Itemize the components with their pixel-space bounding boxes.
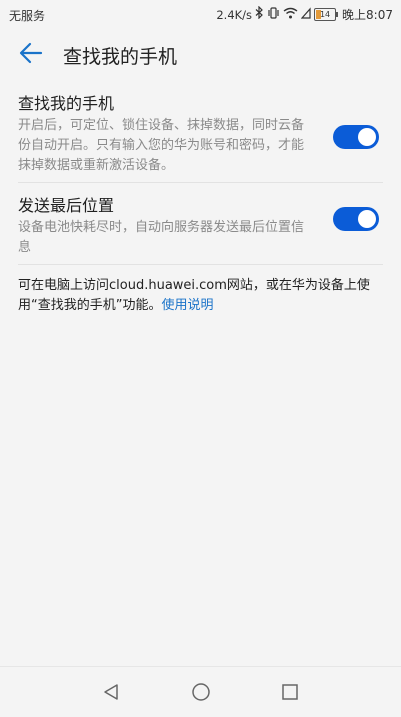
toggle-knob <box>358 128 376 146</box>
page-title: 查找我的手机 <box>63 46 178 68</box>
nav-back-icon <box>104 684 118 700</box>
battery-icon: 14 <box>314 8 339 21</box>
header: 查找我的手机 <box>0 28 401 80</box>
send-last-location-toggle[interactable] <box>333 207 379 231</box>
wifi-icon <box>283 7 298 23</box>
status-bar: 无服务 2.4K/s 14 晚上8:07 <box>0 0 401 28</box>
find-my-phone-toggle[interactable] <box>333 125 379 149</box>
toggle-knob <box>358 210 376 228</box>
status-icons: 2.4K/s 14 晚上8:07 <box>216 5 393 23</box>
setting-title: 发送最后位置 <box>18 196 115 215</box>
help-link[interactable]: 使用说明 <box>161 298 213 313</box>
info-note: 可在电脑上访问cloud.huawei.com网站，或在华为设备上使用“查找我的… <box>18 276 378 316</box>
clock: 晚上8:07 <box>342 8 393 22</box>
vibrate-icon <box>267 6 280 23</box>
divider <box>18 264 383 265</box>
network-speed: 2.4K/s <box>216 7 253 22</box>
signal-icon <box>300 6 311 23</box>
nav-back-button[interactable] <box>98 679 124 705</box>
bluetooth-icon <box>255 5 264 23</box>
setting-find-my-phone: 查找我的手机 开启后，可定位、锁住设备、抹掉数据，同时云备份自动开启。只有输入您… <box>18 94 384 176</box>
nav-recents-button[interactable] <box>277 679 303 705</box>
back-arrow-icon <box>19 42 43 64</box>
back-button[interactable] <box>18 40 44 66</box>
divider <box>18 182 383 183</box>
nav-home-icon <box>192 683 210 701</box>
setting-title: 查找我的手机 <box>18 94 115 113</box>
navigation-bar <box>0 666 401 717</box>
carrier-label: 无服务 <box>9 9 46 23</box>
setting-send-last-location: 发送最后位置 设备电池快耗尽时，自动向服务器发送最后位置信息 <box>18 196 384 258</box>
setting-description: 开启后，可定位、锁住设备、抹掉数据，同时云备份自动开启。只有输入您的华为账号和密… <box>18 118 305 173</box>
setting-description: 设备电池快耗尽时，自动向服务器发送最后位置信息 <box>18 220 305 255</box>
nav-home-button[interactable] <box>188 679 214 705</box>
nav-recents-icon <box>282 684 298 700</box>
battery-level: 14 <box>319 10 331 19</box>
